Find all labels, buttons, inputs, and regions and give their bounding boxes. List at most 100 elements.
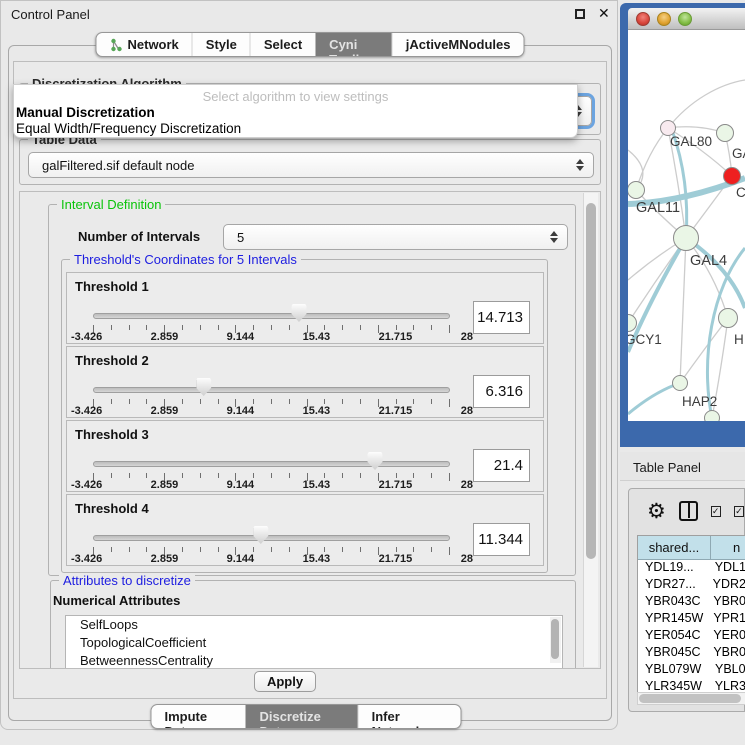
node-label-gcy1: GCY1 bbox=[628, 332, 662, 347]
column-header-shared-name[interactable]: shared... bbox=[638, 536, 711, 559]
node-attribute-table: shared... n YDL19...YDL1 YDR27...YDR2 YB… bbox=[637, 535, 745, 693]
settings-scrollbar-thumb[interactable] bbox=[586, 203, 596, 559]
node-label-partial-right: H bbox=[734, 332, 744, 347]
tab-infer-network[interactable]: Infer Network bbox=[358, 705, 461, 728]
table-row[interactable]: YDL19...YDL1 bbox=[638, 560, 745, 577]
float-window-icon[interactable] bbox=[575, 9, 585, 19]
slider-tick-labels: -3.4262.8599.14415.4321.71528 bbox=[71, 331, 473, 343]
number-of-intervals-value: 5 bbox=[224, 230, 244, 245]
popup-item-manual-discretization[interactable]: Manual Discretization bbox=[16, 105, 155, 120]
tab-style[interactable]: Style bbox=[192, 33, 250, 56]
attributes-group: Attributes to discretize Numerical Attri… bbox=[50, 580, 576, 669]
number-of-intervals-combobox[interactable]: 5 bbox=[223, 224, 568, 250]
threshold-4-panel: Threshold 4 -3.4262.8599.14415.4321.7152… bbox=[66, 494, 544, 566]
popup-placeholder-item[interactable]: Select algorithm to view settings bbox=[14, 89, 577, 104]
node-gal4[interactable] bbox=[673, 225, 699, 251]
attributes-list-scrollbar[interactable] bbox=[550, 617, 561, 663]
table-row[interactable]: YLR345WYLR3 bbox=[638, 679, 745, 693]
checkbox-icon[interactable]: ✓ bbox=[711, 506, 721, 517]
checkbox-icon[interactable]: ✓ bbox=[734, 506, 744, 517]
column-layout-icon[interactable] bbox=[679, 501, 698, 521]
threshold-2-slider-handle[interactable] bbox=[196, 378, 211, 396]
threshold-4-slider-track[interactable] bbox=[93, 535, 450, 541]
node-label-gal4: GAL4 bbox=[690, 253, 727, 269]
column-header-name[interactable]: n bbox=[711, 536, 745, 559]
network-window-titlebar[interactable] bbox=[628, 8, 745, 30]
table-panel-titlebar[interactable]: Table Panel bbox=[620, 452, 745, 481]
tab-select[interactable]: Select bbox=[250, 33, 315, 56]
interval-definition-group: Interval Definition Number of Intervals … bbox=[48, 204, 576, 576]
table-header-row: shared... n bbox=[638, 536, 745, 560]
list-item-topologicalcoefficient[interactable]: TopologicalCoefficient bbox=[66, 634, 562, 652]
list-item-betweennesscentrality[interactable]: BetweennessCentrality bbox=[66, 652, 562, 669]
node-partial-right[interactable] bbox=[718, 308, 738, 328]
top-tab-bar: Network Style Select Cyni Toolbox jActiv… bbox=[95, 32, 524, 57]
threshold-3-panel: Threshold 3 -3.4262.8599.14415.4321.7152… bbox=[66, 420, 544, 492]
tab-network-label: Network bbox=[127, 37, 178, 52]
control-panel-window: Control Panel ✕ Network Style Select Cyn… bbox=[0, 0, 618, 730]
tab-network[interactable]: Network bbox=[96, 33, 191, 56]
threshold-1-slider-track[interactable] bbox=[93, 313, 450, 319]
table-horizontal-scrollbar[interactable] bbox=[637, 692, 745, 705]
node-partial-top[interactable] bbox=[716, 124, 734, 142]
slider-tick-labels: -3.4262.8599.14415.4321.71528 bbox=[71, 479, 473, 491]
table-data-combobox[interactable]: galFiltered.sif default node bbox=[28, 152, 594, 178]
node-label-hap2: HAP2 bbox=[682, 394, 717, 409]
combo-spinner-icon bbox=[550, 231, 567, 243]
tab-impute-data[interactable]: Impute Data bbox=[152, 705, 246, 728]
table-row[interactable]: YBR043CYBR0 bbox=[638, 594, 745, 611]
mac-close-icon[interactable] bbox=[636, 12, 650, 26]
table-row[interactable]: YER054CYER0 bbox=[638, 628, 745, 645]
node-red[interactable] bbox=[723, 167, 741, 185]
threshold-1-slider-handle[interactable] bbox=[291, 304, 306, 322]
threshold-3-value-field[interactable]: 21.4 bbox=[473, 449, 530, 482]
tab-discretize-data[interactable]: Discretize Data bbox=[245, 705, 357, 728]
apply-button[interactable]: Apply bbox=[254, 671, 316, 692]
settings-vertical-scrollbar[interactable] bbox=[583, 193, 598, 667]
combo-spinner-icon bbox=[576, 159, 593, 171]
attributes-group-title: Attributes to discretize bbox=[59, 573, 195, 588]
table-scrollbar-thumb[interactable] bbox=[639, 694, 741, 703]
screen: Control Panel ✕ Network Style Select Cyn… bbox=[0, 0, 745, 745]
threshold-2-slider-track[interactable] bbox=[93, 387, 450, 393]
node-label-partial-top: GA bbox=[732, 146, 745, 161]
interval-definition-title: Interval Definition bbox=[57, 197, 165, 212]
table-row[interactable]: YDR27...YDR2 bbox=[638, 577, 745, 594]
table-data-group: Table Data galFiltered.sif default node bbox=[19, 139, 601, 185]
popup-item-equal-width[interactable]: Equal Width/Frequency Discretization bbox=[16, 121, 241, 136]
gear-icon[interactable]: ⚙ bbox=[647, 499, 666, 524]
threshold-3-slider-handle[interactable] bbox=[368, 452, 383, 470]
mac-minimize-icon[interactable] bbox=[657, 12, 671, 26]
network-canvas[interactable]: GAL80 GA C GAL11 GAL4 GCY1 H HAP2 bbox=[628, 30, 745, 421]
table-row[interactable]: YBL079WYBL0 bbox=[638, 662, 745, 679]
table-row[interactable]: YPR145WYPR1 bbox=[638, 611, 745, 628]
bottom-tab-bar: Impute Data Discretize Data Infer Networ… bbox=[151, 704, 462, 729]
mac-zoom-icon[interactable] bbox=[678, 12, 692, 26]
threshold-2-label: Threshold 2 bbox=[75, 353, 149, 368]
tab-cyni-toolbox[interactable]: Cyni Toolbox bbox=[315, 33, 392, 56]
threshold-1-value-field[interactable]: 14.713 bbox=[473, 301, 530, 334]
network-view-window: GAL80 GA C GAL11 GAL4 GCY1 H HAP2 bbox=[620, 3, 745, 447]
tab-jactivemnodules[interactable]: jActiveMNodules bbox=[392, 33, 524, 56]
threshold-2-panel: Threshold 2 -3.4262.8599.14415.4321.7152… bbox=[66, 346, 544, 418]
slider-tick-labels: -3.4262.8599.14415.4321.71528 bbox=[71, 405, 473, 417]
close-icon[interactable]: ✕ bbox=[598, 5, 610, 22]
algorithm-dropdown-popup: Select algorithm to view settings Manual… bbox=[13, 84, 578, 138]
threshold-1-panel: Threshold 1 -3.4262.8599.14415.4321.7152… bbox=[66, 272, 544, 344]
threshold-2-value-field[interactable]: 6.316 bbox=[473, 375, 530, 408]
list-item-selfloops[interactable]: SelfLoops bbox=[66, 616, 562, 634]
threshold-4-slider-handle[interactable] bbox=[253, 526, 268, 544]
node-label-gal11: GAL11 bbox=[636, 200, 680, 216]
threshold-3-slider-track[interactable] bbox=[93, 461, 450, 467]
node-label-gal80: GAL80 bbox=[670, 134, 712, 149]
table-panel-title: Table Panel bbox=[633, 460, 701, 475]
table-row[interactable]: YBR045CYBR0 bbox=[638, 645, 745, 662]
node-hap2[interactable] bbox=[672, 375, 688, 391]
thresholds-group-title: Threshold's Coordinates for 5 Intervals bbox=[70, 252, 301, 267]
threshold-4-value-field[interactable]: 11.344 bbox=[473, 523, 530, 556]
table-panel-window: ⚙ ✓ ✓ shared... n YDL19...YDL1 YDR27...Y… bbox=[628, 488, 745, 712]
number-of-intervals-label: Number of Intervals bbox=[78, 229, 200, 244]
node-partial-bottom[interactable] bbox=[704, 410, 720, 421]
control-panel-titlebar[interactable]: Control Panel ✕ bbox=[1, 1, 617, 27]
threshold-3-label: Threshold 3 bbox=[75, 427, 149, 442]
